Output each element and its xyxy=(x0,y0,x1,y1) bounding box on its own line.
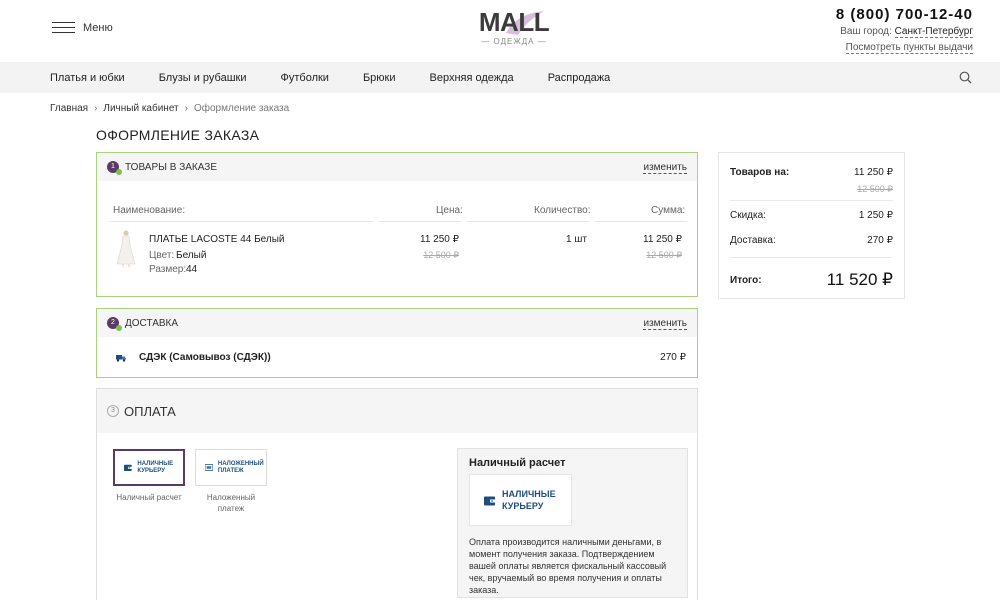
product-name-link[interactable]: ПЛАТЬЕ LACOSTE 44 Белый xyxy=(149,234,285,245)
product-sum-old: 12 500 ₽ xyxy=(646,250,682,260)
delivery-section-header: 2 ДОСТАВКА изменить xyxy=(97,309,697,337)
header-divider xyxy=(595,221,687,222)
payment-detail-title: Наличный расчет xyxy=(469,457,566,469)
product-qty: 1 шт xyxy=(566,234,587,245)
step-done-icon: 2 xyxy=(107,317,122,331)
payment-option-cash[interactable]: НАЛИЧНЫЕ КУРЬЕРУ xyxy=(113,449,185,486)
pickup-points-link[interactable]: Посмотреть пункты выдачи xyxy=(845,42,973,54)
delivery-method: СДЭК (Самовывоз (СДЭК)) xyxy=(139,352,271,363)
summary-goods-value: 11 250 ₽ xyxy=(854,167,893,178)
payment-section: 3 ОПЛАТА НАЛИЧНЫЕ КУРЬЕРУ Наличный расче… xyxy=(96,388,698,600)
summary-goods-row: Товаров на: 11 250 ₽ xyxy=(730,167,893,178)
order-summary: Товаров на: 11 250 ₽ 12 500 ₽ Скидка: 1 … xyxy=(718,152,905,299)
header-divider xyxy=(109,221,373,222)
contacts: 8 (800) 700-12-40 Ваш город: Санкт-Петер… xyxy=(836,6,973,55)
payment-section-title: ОПЛАТА xyxy=(124,403,176,419)
summary-discount-row: Скидка: 1 250 ₽ xyxy=(730,210,893,221)
logo[interactable]: MALL — ОДЕЖДА — xyxy=(478,8,550,50)
step-number-icon: 3 xyxy=(107,405,119,417)
summary-total-label: Итого: xyxy=(730,275,762,286)
summary-divider xyxy=(730,257,893,258)
breadcrumb: Главная › Личный кабинет › Оформление за… xyxy=(50,103,289,114)
nav-item-trousers[interactable]: Брюки xyxy=(363,72,396,84)
col-name-header: Наименование: xyxy=(113,205,186,216)
cash-on-delivery-icon xyxy=(205,464,213,471)
payment-detail-description: Оплата производится наличными деньгами, … xyxy=(469,537,667,595)
delivery-price: 270 ₽ xyxy=(660,352,686,363)
payment-option-cash-text: НАЛИЧНЫЕ КУРЬЕРУ xyxy=(137,460,174,474)
product-size-value: 44 xyxy=(186,264,198,275)
breadcrumb-current: Оформление заказа xyxy=(193,103,290,114)
summary-goods-old: 12 500 ₽ xyxy=(857,184,893,194)
goods-change-link[interactable]: изменить xyxy=(643,162,687,174)
summary-delivery-row: Доставка: 270 ₽ xyxy=(730,235,893,246)
wallet-icon xyxy=(124,464,133,472)
main-nav: Платья и юбки Блузы и рубашки Футболки Б… xyxy=(0,62,1000,93)
chevron-right-icon: › xyxy=(94,103,98,114)
summary-delivery-value: 270 ₽ xyxy=(867,235,893,246)
summary-discount-value: 1 250 ₽ xyxy=(858,210,893,221)
delivery-section-title: ДОСТАВКА xyxy=(125,317,179,329)
page-title: ОФОРМЛЕНИЕ ЗАКАЗА xyxy=(96,127,260,143)
payment-option-cod-caption: Наложенный платеж xyxy=(206,493,256,513)
city-prefix: Ваш город: xyxy=(840,26,892,37)
product-price: 11 250 ₽ xyxy=(420,234,459,245)
payment-option-cod-text: НАЛОЖЕННЫЙ ПЛАТЕЖ xyxy=(217,460,264,474)
city-line: Ваш город: Санкт-Петербург xyxy=(836,26,973,38)
col-qty-header: Количество: xyxy=(534,205,591,216)
nav-item-sale[interactable]: Распродажа xyxy=(548,72,611,84)
phone-number[interactable]: 8 (800) 700-12-40 xyxy=(836,6,973,23)
delivery-section: 2 ДОСТАВКА изменить СДЭК (Самовывоз (СДЭ… xyxy=(96,308,698,378)
goods-section-title: ТОВАРЫ В ЗАКАЗЕ xyxy=(125,161,217,173)
header-divider xyxy=(467,221,589,222)
wallet-icon xyxy=(484,495,497,506)
hamburger-icon xyxy=(52,21,75,35)
payment-section-header: 3 ОПЛАТА xyxy=(97,389,697,433)
product-price-old: 12 500 ₽ xyxy=(423,250,459,260)
summary-delivery-label: Доставка: xyxy=(730,235,776,246)
nav-item-tshirts[interactable]: Футболки xyxy=(281,72,329,84)
logo-subtext: — ОДЕЖДА — xyxy=(481,37,547,46)
summary-divider xyxy=(730,200,893,201)
product-sum: 11 250 ₽ xyxy=(643,234,682,245)
breadcrumb-account[interactable]: Личный кабинет xyxy=(103,103,178,114)
nav-item-outerwear[interactable]: Верхняя одежда xyxy=(430,72,514,84)
city-selector[interactable]: Санкт-Петербург xyxy=(894,26,973,38)
payment-detail-card: НАЛИЧНЫЕ КУРЬЕРУ xyxy=(469,474,572,526)
menu-label: Меню xyxy=(83,22,113,34)
delivery-change-link[interactable]: изменить xyxy=(643,318,687,330)
product-color-label: Цвет: xyxy=(149,250,175,261)
col-sum-header: Сумма: xyxy=(651,205,686,216)
summary-total-value: 11 520 ₽ xyxy=(826,270,893,289)
chevron-right-icon: › xyxy=(184,103,188,114)
product-size-label: Размер: xyxy=(149,264,187,275)
order-goods-section: 1 ТОВАРЫ В ЗАКАЗЕ изменить Наименование:… xyxy=(96,152,698,297)
summary-goods-label: Товаров на: xyxy=(730,167,790,178)
nav-item-blouses[interactable]: Блузы и рубашки xyxy=(159,72,247,84)
col-price-header: Цена: xyxy=(436,205,463,216)
top-bar: Меню MALL — ОДЕЖДА — 8 (800) 700-12-40 В… xyxy=(0,0,1000,62)
goods-section-header: 1 ТОВАРЫ В ЗАКАЗЕ изменить xyxy=(97,153,697,181)
payment-detail-card-text: НАЛИЧНЫЕ КУРЬЕРУ xyxy=(502,489,556,511)
menu-button[interactable]: Меню xyxy=(52,21,113,35)
search-icon[interactable] xyxy=(959,71,972,84)
breadcrumb-home[interactable]: Главная xyxy=(50,103,88,114)
summary-discount-label: Скидка: xyxy=(730,210,766,221)
payment-option-cod[interactable]: НАЛОЖЕННЫЙ ПЛАТЕЖ xyxy=(195,449,267,486)
logo-text: MALL xyxy=(478,7,550,37)
truck-icon xyxy=(116,355,126,362)
payment-detail-panel: Наличный расчет НАЛИЧНЫЕ КУРЬЕРУ Оплата … xyxy=(457,448,688,598)
header-divider xyxy=(379,221,461,222)
product-color-value: Белый xyxy=(176,250,207,261)
product-image[interactable] xyxy=(115,229,137,267)
payment-option-cash-caption: Наличный расчет xyxy=(116,493,182,502)
nav-item-dresses[interactable]: Платья и юбки xyxy=(50,72,125,84)
step-done-icon: 1 xyxy=(107,161,122,175)
